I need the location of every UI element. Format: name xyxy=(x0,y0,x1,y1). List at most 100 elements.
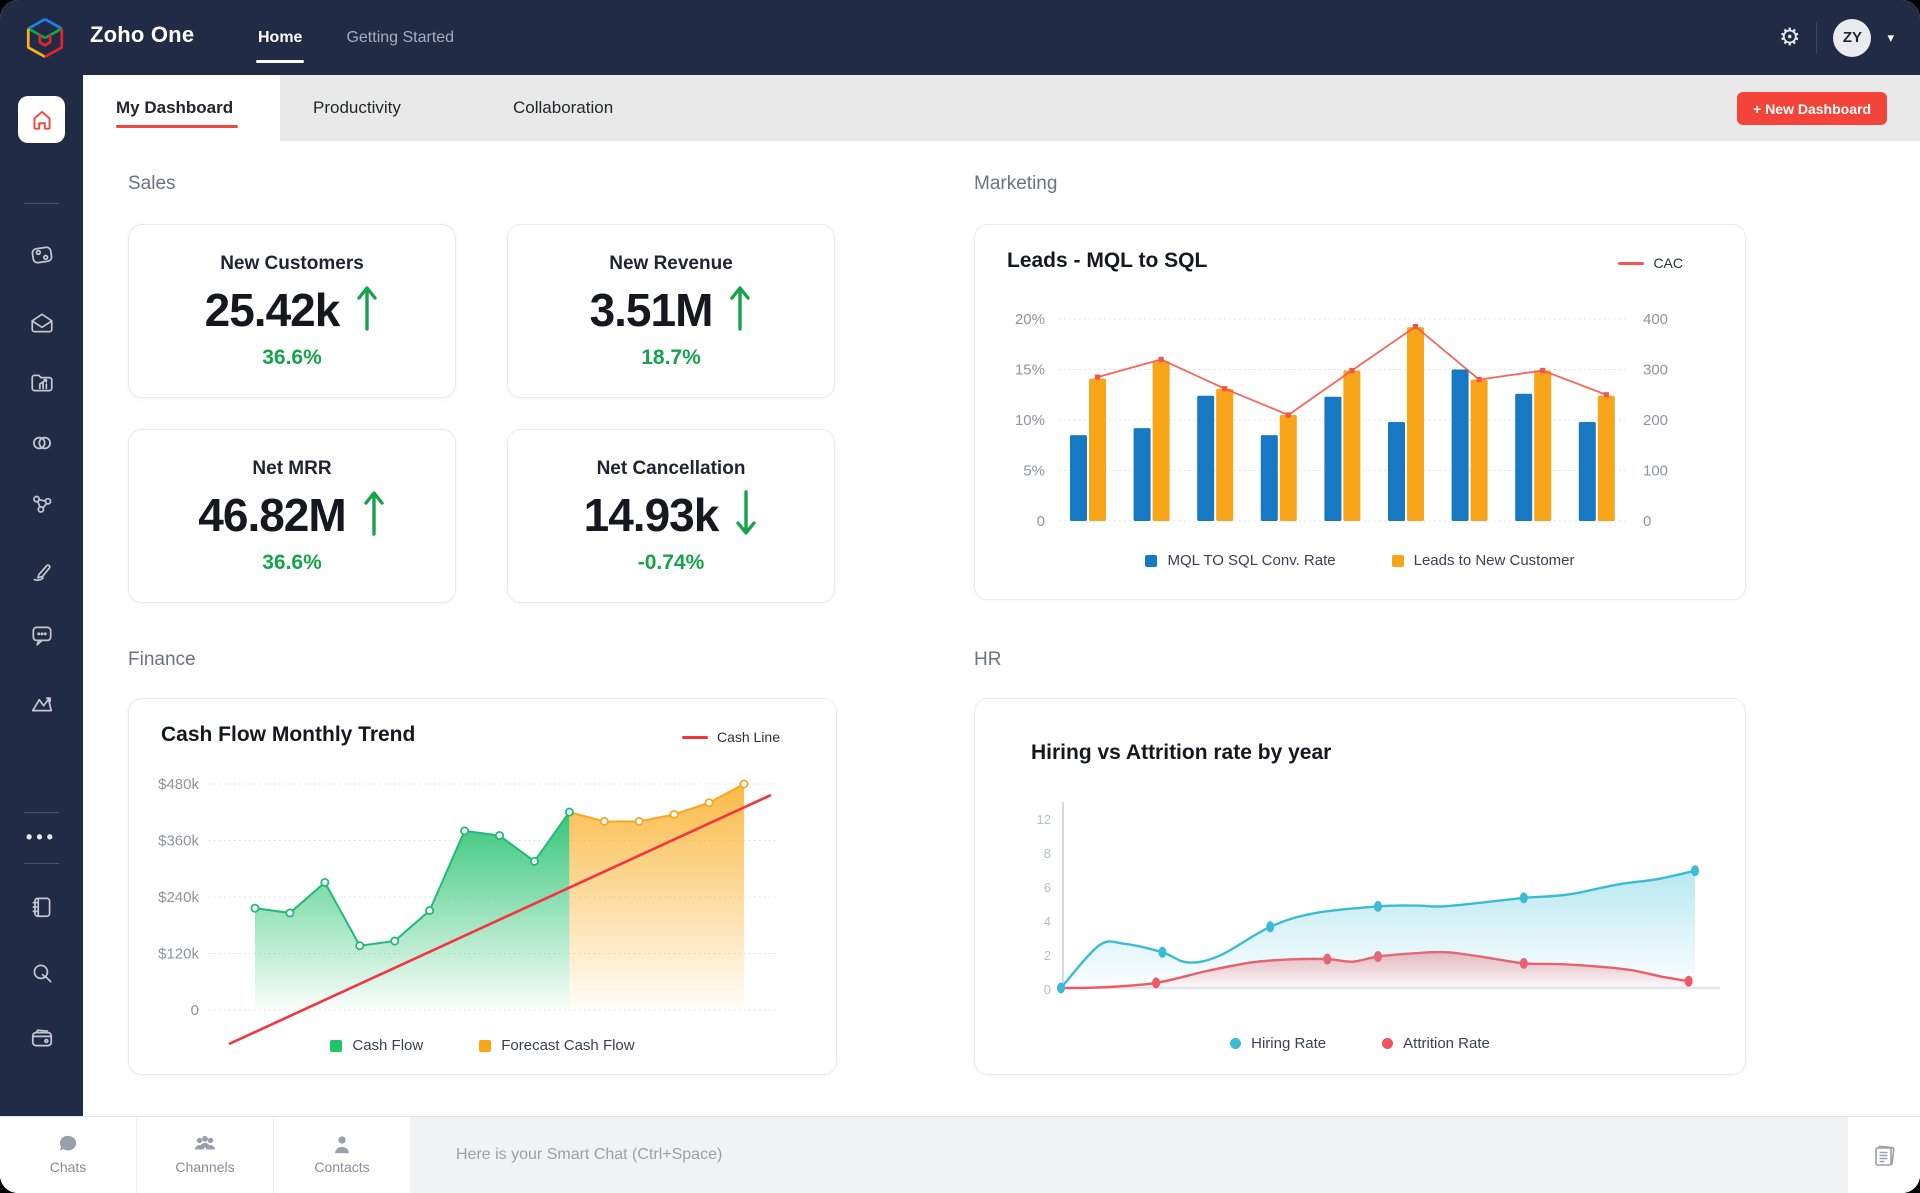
sidebar-divider xyxy=(24,812,59,813)
channels-icon xyxy=(195,1135,215,1150)
app-sidebar: ••• xyxy=(0,75,83,1117)
axis-tick: 100 xyxy=(1643,463,1668,480)
section-label-sales: Sales xyxy=(128,173,176,194)
trend-up-arrow-icon xyxy=(728,283,752,338)
kpi-card-net-cancellation[interactable]: Net Cancellation 14.93k -0.74% xyxy=(507,429,835,603)
channels-tab[interactable]: Channels xyxy=(137,1117,274,1193)
data-point xyxy=(1266,921,1275,933)
legend-label: Leads to New Customer xyxy=(1413,552,1575,569)
kpi-change: 36.6% xyxy=(262,550,322,574)
axis-tick: 400 xyxy=(1643,311,1668,328)
cac-point xyxy=(1094,374,1101,380)
sidebar-item-sign[interactable] xyxy=(0,551,83,591)
marketing-bar-chart: 20% 400 15% 300 10% 200 5% 100 0 0 xyxy=(1015,311,1668,530)
notes-button[interactable] xyxy=(1848,1117,1920,1193)
notes-copy-icon xyxy=(1875,1145,1895,1166)
link-rings-icon xyxy=(32,436,51,450)
bar-leads xyxy=(1152,361,1170,521)
marketing-chart-card[interactable]: Leads - MQL to SQL CAC 20% 400 15% 300 10% 20… xyxy=(974,224,1746,600)
tab-productivity[interactable]: Productivity xyxy=(280,75,480,141)
contacts-tab[interactable]: Contacts xyxy=(274,1117,410,1193)
cac-point xyxy=(1285,412,1291,418)
data-point xyxy=(390,936,400,946)
axis-tick: $240k xyxy=(158,889,199,906)
active-tab-underline xyxy=(116,125,238,128)
sidebar-item-search[interactable] xyxy=(0,953,83,993)
bar-leads xyxy=(1279,414,1297,521)
user-avatar[interactable]: ZY xyxy=(1833,18,1872,57)
section-label-marketing: Marketing xyxy=(974,173,1058,194)
bar-leads xyxy=(1343,370,1361,521)
chevron-down-icon[interactable]: ▾ xyxy=(1887,30,1894,46)
legend-item-mql: MQL TO SQL Conv. Rate xyxy=(1145,552,1336,569)
settings-gear-icon[interactable]: ⚙ xyxy=(1779,25,1801,50)
app-title: Zoho One xyxy=(90,22,195,47)
cash-line-swatch xyxy=(681,735,708,739)
legend-label: Cash Flow xyxy=(352,1037,424,1054)
sidebar-item-mail[interactable] xyxy=(0,303,83,343)
sidebar-item-crm[interactable] xyxy=(0,235,83,275)
kpi-value: 14.93k xyxy=(583,489,720,541)
sidebar-item-more[interactable]: ••• xyxy=(0,817,83,857)
mail-icon xyxy=(30,313,53,333)
home-icon xyxy=(32,110,51,130)
nav-home[interactable]: Home xyxy=(255,21,305,63)
trend-down-arrow-icon xyxy=(734,488,758,543)
hr-legend: Hiring Rate Attrition Rate xyxy=(975,1035,1745,1052)
axis-tick: 0 xyxy=(191,1002,199,1019)
bar-mql xyxy=(1260,435,1278,521)
sidebar-divider xyxy=(24,863,59,864)
sidebar-item-workdrive[interactable] xyxy=(0,363,83,403)
red-dot-swatch xyxy=(1382,1038,1394,1049)
kpi-card-new-customers[interactable]: New Customers 25.42k 36.6% xyxy=(128,224,456,398)
chats-icon xyxy=(59,1135,77,1151)
zoho-one-app: Zoho One Home Getting Started ⚙ ZY ▾ •••… xyxy=(0,0,1920,1193)
kpi-value: 25.42k xyxy=(204,284,341,336)
data-point xyxy=(739,779,749,789)
data-point xyxy=(1374,900,1382,912)
chats-tab[interactable]: Chats xyxy=(0,1117,137,1193)
hr-chart-card[interactable]: Hiring vs Attrition rate by year 12 8 6 4 2 0… xyxy=(974,698,1746,1075)
kpi-card-new-revenue[interactable]: New Revenue 3.51M 18.7% xyxy=(507,224,835,398)
legend-label: Forecast Cash Flow xyxy=(501,1037,635,1054)
finance-legend: Cash Flow Forecast Cash Flow xyxy=(129,1037,836,1054)
bar-mql xyxy=(1578,422,1596,521)
legend-label: MQL TO SQL Conv. Rate xyxy=(1167,552,1336,569)
axis-tick: 15% xyxy=(1015,362,1045,379)
sidebar-item-analytics[interactable] xyxy=(0,683,83,723)
data-point xyxy=(704,798,714,808)
tab-my-dashboard[interactable]: My Dashboard xyxy=(83,75,280,141)
kpi-card-net-mrr[interactable]: Net MRR 46.82M 36.6% xyxy=(128,429,456,603)
sidebar-item-home[interactable] xyxy=(18,96,65,143)
sidebar-item-social[interactable] xyxy=(0,484,83,524)
sidebar-item-notebook[interactable] xyxy=(0,887,83,927)
sidebar-item-connect[interactable] xyxy=(0,423,83,463)
crm-icon xyxy=(31,246,52,264)
data-point xyxy=(1057,982,1065,994)
new-dashboard-button[interactable]: + New Dashboard xyxy=(1737,92,1887,125)
channels-label: Channels xyxy=(175,1159,235,1175)
data-point xyxy=(494,831,504,841)
zoho-logo-icon[interactable] xyxy=(22,15,68,61)
kpi-change: 18.7% xyxy=(641,345,701,369)
sign-pen-icon xyxy=(33,564,51,581)
sidebar-item-wallet[interactable] xyxy=(0,1018,83,1058)
finance-chart-card[interactable]: Cash Flow Monthly Trend Cash Line $480k $… xyxy=(128,698,837,1075)
sidebar-item-cliq[interactable] xyxy=(0,615,83,655)
cyan-dot-swatch xyxy=(1230,1038,1242,1049)
bar-leads xyxy=(1407,327,1424,521)
tab-collaboration[interactable]: Collaboration xyxy=(480,75,690,141)
smart-chat-input[interactable]: Here is your Smart Chat (Ctrl+Space) xyxy=(410,1117,1848,1193)
data-point xyxy=(1519,892,1528,904)
cash-line-legend: Cash Line xyxy=(681,729,780,745)
trend-up-arrow-icon xyxy=(355,283,379,338)
blue-square-swatch xyxy=(1145,554,1158,567)
axis-tick: $480k xyxy=(158,776,199,793)
axis-tick: 0 xyxy=(1037,513,1045,530)
notebook-icon xyxy=(31,897,50,918)
legend-item-cash-flow: Cash Flow xyxy=(330,1037,423,1054)
contacts-label: Contacts xyxy=(314,1159,370,1175)
nav-getting-started[interactable]: Getting Started xyxy=(346,21,454,55)
cac-point xyxy=(1540,367,1546,374)
chat-tabs: Chats Channels Contacts xyxy=(0,1117,410,1193)
